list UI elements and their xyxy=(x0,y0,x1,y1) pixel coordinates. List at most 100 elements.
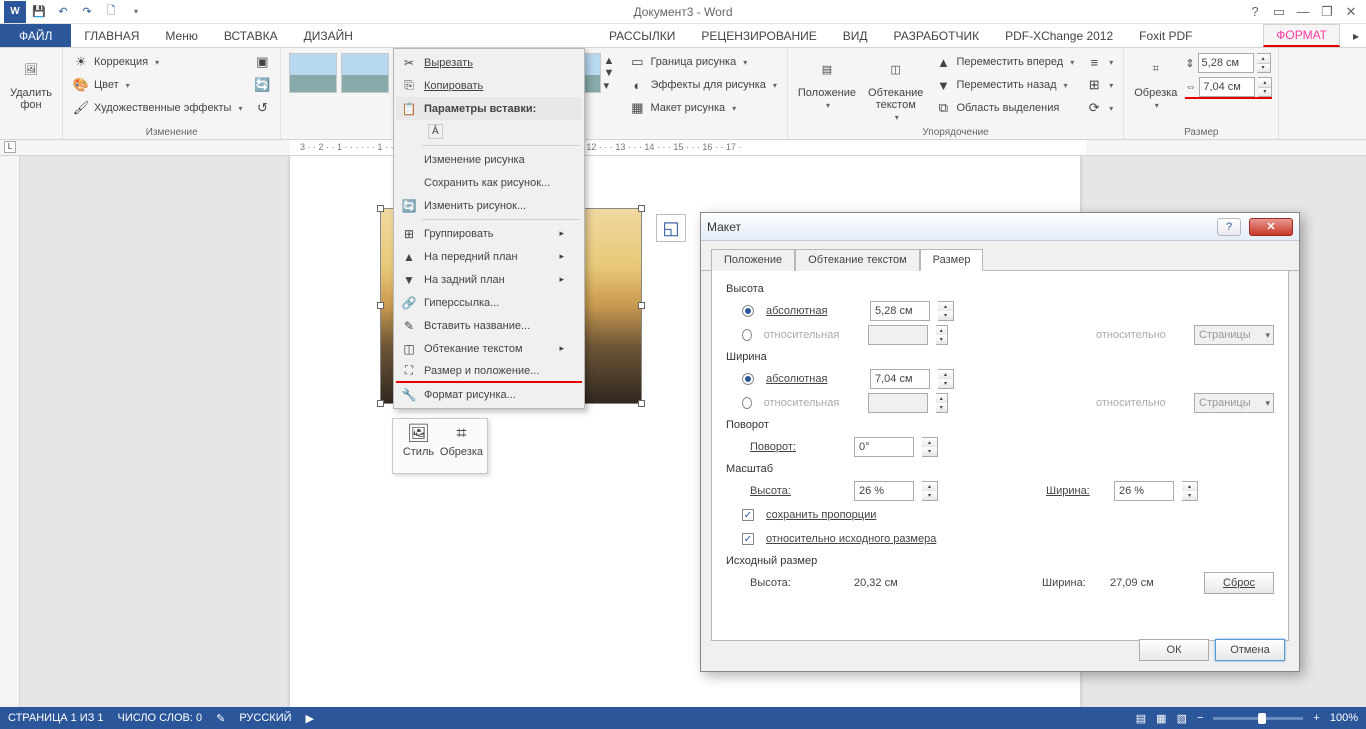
help-button[interactable]: ? xyxy=(1244,1,1266,23)
zoom-in[interactable]: + xyxy=(1313,712,1319,724)
scale-width-input[interactable] xyxy=(1114,481,1174,501)
send-backward-button[interactable]: ▼Переместить назад▾ xyxy=(931,74,1078,96)
picture-effects-button[interactable]: ◐Эффекты для рисунка▾ xyxy=(625,74,780,96)
width-input[interactable] xyxy=(1199,77,1255,97)
picture-layout-button[interactable]: ▦Макет рисунка▾ xyxy=(625,97,780,119)
relative-original-checkbox[interactable] xyxy=(742,533,754,545)
save-button[interactable]: 💾 xyxy=(28,1,50,23)
maximize-button[interactable]: ❐ xyxy=(1316,1,1338,23)
tab-developer[interactable]: РАЗРАБОТЧИК xyxy=(881,24,993,47)
spinner[interactable]: ▴▾ xyxy=(922,481,938,501)
view-read-mode[interactable]: ▦ xyxy=(1156,712,1166,725)
align-button[interactable]: ≡▾ xyxy=(1082,51,1117,73)
bring-forward-button[interactable]: ▲Переместить вперед▾ xyxy=(931,51,1078,73)
tab-format[interactable]: ФОРМАТ xyxy=(1263,24,1340,47)
selection-pane-button[interactable]: ⧉Область выделения xyxy=(931,97,1078,119)
position-button[interactable]: ▤Положение▾ xyxy=(794,51,860,112)
new-doc-button[interactable]: 🗋 xyxy=(100,1,122,23)
rotation-input[interactable] xyxy=(854,437,914,457)
tab-pdfxchange[interactable]: PDF-XChange 2012 xyxy=(992,24,1126,47)
ctx-change-picture[interactable]: 🔄Изменить рисунок... xyxy=(396,194,582,217)
spinner[interactable]: ▴▾ xyxy=(1182,481,1198,501)
corrections-button[interactable]: ☀Коррекция▾ xyxy=(69,51,246,73)
ok-button[interactable]: ОК xyxy=(1139,639,1209,661)
resize-handle[interactable] xyxy=(377,205,384,212)
dialog-help-button[interactable]: ? xyxy=(1217,218,1241,236)
reset-button[interactable]: Сброс xyxy=(1204,572,1274,594)
dialog-titlebar[interactable]: Макет ? ✕ xyxy=(701,213,1299,241)
dialog-close-button[interactable]: ✕ xyxy=(1249,218,1293,236)
dlg-tab-position[interactable]: Положение xyxy=(711,249,795,271)
width-rel-radio[interactable] xyxy=(742,397,752,409)
mini-style-button[interactable]: 🖼Стиль xyxy=(397,423,440,469)
height-rel-radio[interactable] xyxy=(742,329,752,341)
dlg-tab-wrap[interactable]: Обтекание текстом xyxy=(795,249,920,271)
tab-file[interactable]: ФАЙЛ xyxy=(0,24,71,47)
ctx-cut[interactable]: ✂Вырезать xyxy=(396,51,582,74)
spinner[interactable]: ▴▾ xyxy=(938,301,954,321)
scale-height-input[interactable] xyxy=(854,481,914,501)
redo-button[interactable]: ↷ xyxy=(76,1,98,23)
qat-customize[interactable]: ▾ xyxy=(124,1,146,23)
lock-aspect-checkbox[interactable] xyxy=(742,509,754,521)
tab-mailings[interactable]: РАССЫЛКИ xyxy=(596,24,688,47)
ribbon-options-button[interactable]: ▭ xyxy=(1268,1,1290,23)
crop-button[interactable]: ⌗Обрезка▾ xyxy=(1130,51,1181,112)
width-abs-radio[interactable] xyxy=(742,373,754,385)
picture-border-button[interactable]: ▭Граница рисунка▾ xyxy=(625,51,780,73)
ctx-insert-caption[interactable]: ✎Вставить название... xyxy=(396,314,582,337)
layout-options-button[interactable]: ◱ xyxy=(656,214,686,242)
style-thumb[interactable] xyxy=(341,53,389,93)
color-button[interactable]: 🎨Цвет▾ xyxy=(69,74,246,96)
artistic-effects-button[interactable]: 🖌Художественные эффекты▾ xyxy=(69,97,246,119)
tab-menu[interactable]: Меню xyxy=(152,24,210,47)
height-abs-input[interactable] xyxy=(870,301,930,321)
ctx-size-position[interactable]: ⛶Размер и положение... xyxy=(396,360,582,383)
ruler-vertical[interactable] xyxy=(0,156,20,707)
height-input[interactable] xyxy=(1198,53,1254,73)
gallery-up[interactable]: ▲ xyxy=(603,55,615,67)
ctx-copy[interactable]: ⎘Копировать xyxy=(396,74,582,97)
spellcheck-icon[interactable]: ✎ xyxy=(216,712,225,725)
width-spinner[interactable]: ▴▾ xyxy=(1258,77,1272,97)
mini-crop-button[interactable]: ⌗Обрезка xyxy=(440,423,483,469)
ctx-wrap-text[interactable]: ◫Обтекание текстом▸ xyxy=(396,337,582,360)
spinner[interactable]: ▴▾ xyxy=(922,437,938,457)
ctx-bring-front[interactable]: ▲На передний план▸ xyxy=(396,245,582,268)
zoom-level[interactable]: 100% xyxy=(1330,712,1358,724)
rotate-button[interactable]: ⟳▾ xyxy=(1082,97,1117,119)
remove-background-button[interactable]: 🖼 Удалить фон xyxy=(6,51,56,113)
cancel-button[interactable]: Отмена xyxy=(1215,639,1285,661)
zoom-slider[interactable] xyxy=(1213,717,1303,720)
macro-icon[interactable]: ▶ xyxy=(306,712,314,725)
tab-insert[interactable]: ВСТАВКА xyxy=(211,24,291,47)
ruler-horizontal[interactable]: L 3 · · 2 · · 1 · · · · · · 1 · · · 2 · … xyxy=(0,140,1366,156)
tab-design[interactable]: ДИЗАЙН xyxy=(291,24,366,47)
gallery-more[interactable]: ▾ xyxy=(603,79,615,92)
ctx-hyperlink[interactable]: 🔗Гиперссылка... xyxy=(396,291,582,314)
reset-picture-button[interactable]: ↺ xyxy=(250,97,274,119)
compress-button[interactable]: ▣ xyxy=(250,51,274,73)
ctx-save-as-picture[interactable]: Сохранить как рисунок... xyxy=(396,171,582,194)
width-abs-input[interactable] xyxy=(870,369,930,389)
dlg-tab-size[interactable]: Размер xyxy=(920,249,984,271)
view-print-layout[interactable]: ▤ xyxy=(1136,712,1146,725)
style-thumb[interactable] xyxy=(289,53,337,93)
tab-home[interactable]: ГЛАВНАЯ xyxy=(71,24,152,47)
height-abs-radio[interactable] xyxy=(742,305,754,317)
view-web-layout[interactable]: ▧ xyxy=(1177,712,1187,725)
change-picture-button[interactable]: 🔄 xyxy=(250,74,274,96)
resize-handle[interactable] xyxy=(638,205,645,212)
tab-foxit[interactable]: Foxit PDF xyxy=(1126,24,1205,47)
gallery-down[interactable]: ▼ xyxy=(603,67,615,79)
language-indicator[interactable]: РУССКИЙ xyxy=(239,712,291,724)
wrap-text-button[interactable]: ◫Обтекание текстом▾ xyxy=(864,51,927,124)
page-indicator[interactable]: СТРАНИЦА 1 ИЗ 1 xyxy=(8,712,104,724)
resize-handle[interactable] xyxy=(377,302,384,309)
height-spinner[interactable]: ▴▾ xyxy=(1257,53,1271,73)
tab-view[interactable]: ВИД xyxy=(830,24,881,47)
ruler-corner[interactable]: L xyxy=(4,141,16,153)
resize-handle[interactable] xyxy=(377,400,384,407)
zoom-out[interactable]: − xyxy=(1197,712,1203,724)
spinner[interactable]: ▴▾ xyxy=(938,369,954,389)
